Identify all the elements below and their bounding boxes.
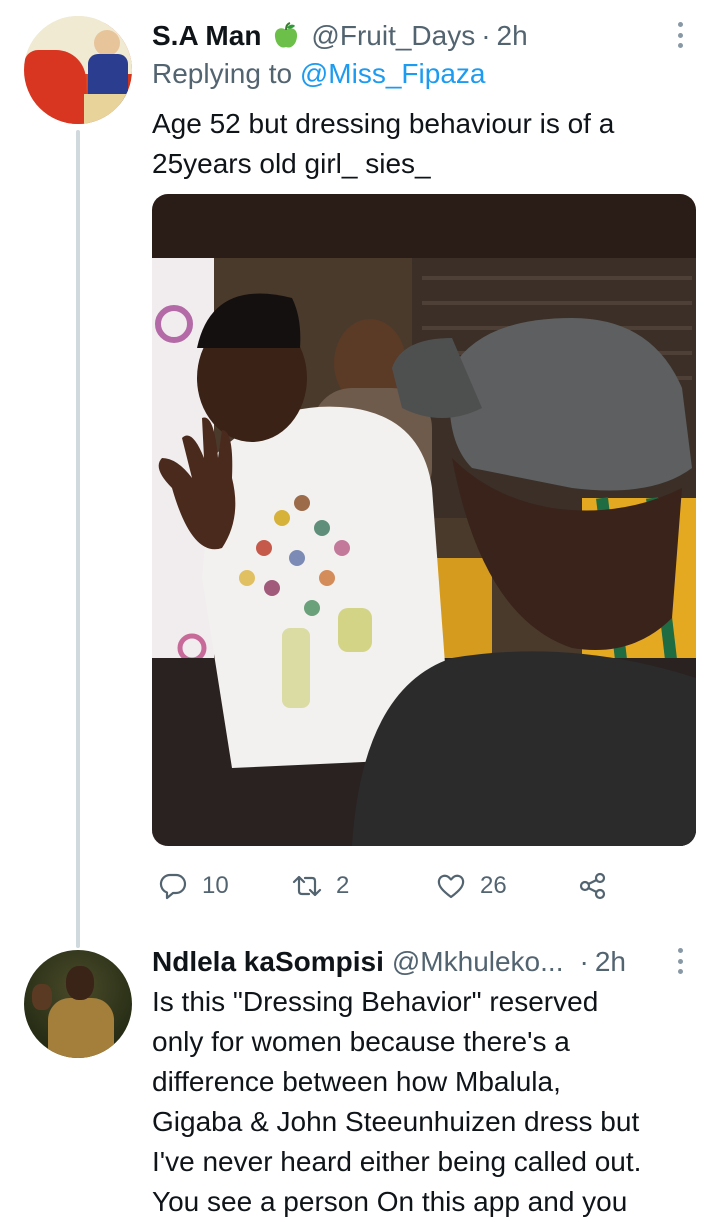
avatar-table	[84, 94, 132, 124]
reply-count: 10	[202, 872, 229, 899]
avatar[interactable]	[24, 950, 132, 1058]
timestamp[interactable]: 2h	[595, 946, 626, 978]
thread-line	[76, 130, 80, 948]
tweet-text-line: 25years old girl_ sies_	[152, 148, 431, 179]
reply-button[interactable]: 10	[158, 866, 229, 906]
separator-dot: ·	[481, 20, 491, 51]
like-button[interactable]: 26	[436, 866, 507, 906]
share-button[interactable]	[578, 866, 622, 906]
tweet-text-line: difference between how Mbalula,	[152, 1066, 561, 1097]
avatar-chair	[24, 50, 86, 124]
tweet-text: Age 52 but dressing behaviour is of a 25…	[152, 104, 614, 184]
tweet-text-line: Age 52 but dressing behaviour is of a	[152, 108, 615, 139]
avatar-person-head	[66, 966, 94, 1000]
tweet-actions: 10 2 26	[152, 866, 622, 906]
video-frame-illustration	[152, 258, 696, 846]
avatar-person-hand	[32, 984, 52, 1010]
separator-dot: ·	[579, 946, 589, 977]
tweet-text: Is this "Dressing Behavior" reserved onl…	[152, 982, 641, 1222]
user-handle[interactable]: @Fruit_Days	[311, 20, 475, 52]
tweet-text-line: Is this "Dressing Behavior" reserved	[152, 986, 599, 1017]
avatar-person-head	[94, 30, 120, 56]
replying-to: Replying to @Miss_Fipaza	[152, 58, 485, 90]
tweet-text-line: only for women because there's a	[152, 1026, 570, 1057]
tweet-text-line: Gigaba & John Steeunhuizen dress but	[152, 1106, 640, 1137]
display-name[interactable]: Ndlela kaSompisi	[152, 946, 384, 978]
more-options-icon[interactable]	[670, 18, 690, 52]
share-icon	[579, 872, 606, 900]
user-handle[interactable]: @Mkhuleko...	[392, 946, 564, 978]
replying-to-link[interactable]: @Miss_Fipaza	[300, 58, 486, 89]
avatar[interactable]	[24, 16, 132, 124]
like-count: 26	[480, 872, 507, 899]
video-frame	[152, 258, 696, 846]
retweet-button[interactable]: 2	[292, 866, 349, 906]
heart-icon	[437, 874, 465, 899]
retweet-icon	[292, 875, 322, 897]
more-options-icon[interactable]	[670, 944, 690, 978]
tweet-header: Ndlela kaSompisi @Mkhuleko... · 2h	[152, 942, 626, 982]
reply-icon	[159, 873, 187, 900]
green-apple-icon	[275, 22, 298, 48]
avatar-person-body	[48, 998, 114, 1058]
tweet-header: S.A Man @Fruit_Days · 2h	[152, 16, 528, 56]
tweet-text-line: I've never heard either being called out…	[152, 1146, 642, 1177]
video-media[interactable]	[152, 194, 696, 846]
display-name[interactable]: S.A Man	[152, 20, 261, 52]
timestamp[interactable]: 2h	[497, 20, 528, 52]
tweet-text-line: You see a person On this app and you	[152, 1186, 628, 1217]
retweet-count: 2	[336, 872, 350, 899]
replying-prefix: Replying to	[152, 58, 293, 89]
